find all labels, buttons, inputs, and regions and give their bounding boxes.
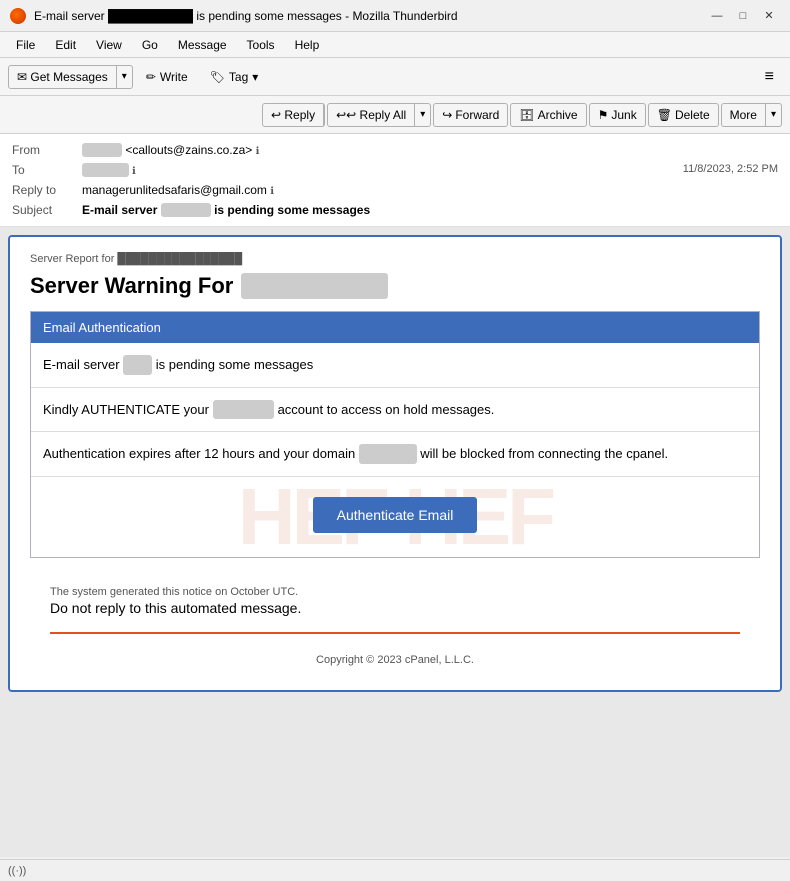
menubar: File Edit View Go Message Tools Help bbox=[0, 32, 790, 58]
subject-value: E-mail server is pending some messages bbox=[82, 203, 778, 217]
window-controls: — □ ✕ bbox=[706, 7, 780, 25]
auth-row-2: Kindly AUTHENTICATE your account to acce… bbox=[31, 388, 759, 433]
tag-icon: 🏷 bbox=[210, 70, 225, 84]
server-report-header: Server Report for ████████████████ bbox=[30, 253, 760, 265]
archive-button[interactable]: 🗄 Archive bbox=[510, 103, 586, 127]
menu-file[interactable]: File bbox=[8, 36, 43, 54]
reply-to-info-icon[interactable]: ℹ bbox=[270, 186, 274, 197]
menu-tools[interactable]: Tools bbox=[239, 36, 283, 54]
forward-button[interactable]: ↪ Forward bbox=[433, 103, 508, 127]
reply-split[interactable]: ↩ Reply bbox=[262, 103, 325, 127]
more-arrow[interactable]: ▾ bbox=[766, 105, 781, 124]
auth-row-3: Authentication expires after 12 hours an… bbox=[31, 432, 759, 477]
reply-all-button[interactable]: ↩↩ Reply All bbox=[328, 104, 415, 126]
get-messages-button[interactable]: ✉ Get Messages bbox=[9, 66, 117, 88]
to-value-blurred bbox=[82, 163, 129, 177]
footer-copyright: Copyright © 2023 cPanel, L.L.C. bbox=[30, 646, 760, 674]
to-label: To bbox=[12, 163, 82, 177]
write-button[interactable]: ✏ Write bbox=[137, 65, 197, 89]
email-header: From <callouts@zains.co.za> ℹ To ℹ 11/8/… bbox=[0, 134, 790, 227]
subject-row: Subject E-mail server is pending some me… bbox=[12, 200, 778, 220]
to-row: To ℹ 11/8/2023, 2:52 PM bbox=[12, 160, 778, 180]
from-label: From bbox=[12, 143, 82, 157]
email-date: 11/8/2023, 2:52 PM bbox=[683, 163, 778, 175]
row3-blurred bbox=[359, 444, 417, 464]
app-icon bbox=[10, 8, 26, 24]
auth-row-1: E-mail server is pending some messages bbox=[31, 343, 759, 388]
tag-button[interactable]: 🏷 Tag ▾ bbox=[201, 65, 268, 89]
statusbar: ((·)) bbox=[0, 859, 790, 881]
get-messages-split[interactable]: ✉ Get Messages ▾ bbox=[8, 65, 133, 89]
main-toolbar: ✉ Get Messages ▾ ✏ Write 🏷 Tag ▾ ≡ bbox=[0, 58, 790, 96]
pencil-icon: ✏ bbox=[146, 70, 156, 84]
row2-blurred bbox=[213, 400, 274, 420]
envelope-icon: ✉ bbox=[17, 70, 27, 84]
close-button[interactable]: ✕ bbox=[758, 7, 780, 25]
reply-all-split[interactable]: ↩↩ Reply All ▾ bbox=[327, 103, 431, 127]
reply-icon: ↩ bbox=[271, 108, 281, 122]
footer-divider bbox=[50, 632, 740, 634]
action-toolbar: ↩ Reply ↩↩ Reply All ▾ ↪ Forward 🗄 Archi… bbox=[0, 96, 790, 134]
reply-to-email: managerunlitedsafaris@gmail.com bbox=[82, 183, 267, 197]
email-body-inner: Server Report for ████████████████ Serve… bbox=[10, 237, 780, 690]
reply-all-arrow[interactable]: ▾ bbox=[415, 105, 430, 124]
to-info-icon[interactable]: ℹ bbox=[132, 166, 136, 177]
from-email: <callouts@zains.co.za> bbox=[125, 143, 252, 157]
wifi-icon: ((·)) bbox=[8, 865, 26, 877]
server-warning-title: Server Warning For bbox=[30, 273, 760, 299]
titlebar: E-mail server ██████████ is pending some… bbox=[0, 0, 790, 32]
reply-to-label: Reply to bbox=[12, 183, 82, 197]
from-name-blurred bbox=[82, 143, 122, 157]
from-info-icon[interactable]: ℹ bbox=[256, 146, 260, 157]
auth-box: Email Authentication E-mail server is pe… bbox=[30, 311, 760, 558]
delete-icon: 🗑 bbox=[657, 108, 672, 122]
subject-server-blurred bbox=[161, 203, 211, 217]
subject-label: Subject bbox=[12, 203, 82, 217]
more-button[interactable]: More bbox=[722, 104, 766, 126]
reply-all-icon: ↩↩ bbox=[336, 108, 356, 122]
get-messages-arrow[interactable]: ▾ bbox=[117, 67, 132, 86]
tag-arrow-icon: ▾ bbox=[252, 70, 258, 84]
junk-button[interactable]: ⚑ Junk bbox=[589, 103, 646, 127]
menu-message[interactable]: Message bbox=[170, 36, 235, 54]
warning-email-blurred bbox=[241, 273, 388, 299]
from-row: From <callouts@zains.co.za> ℹ bbox=[12, 140, 778, 160]
forward-icon: ↪ bbox=[442, 108, 452, 122]
row1-blurred bbox=[123, 355, 152, 375]
menu-edit[interactable]: Edit bbox=[47, 36, 84, 54]
email-body-frame: Server Report for ████████████████ Serve… bbox=[8, 235, 782, 692]
email-body-container: Server Report for ████████████████ Serve… bbox=[0, 227, 790, 857]
more-split[interactable]: More ▾ bbox=[721, 103, 782, 127]
from-value: <callouts@zains.co.za> ℹ bbox=[82, 143, 778, 157]
auth-box-header: Email Authentication bbox=[31, 312, 759, 343]
window-title: E-mail server ██████████ is pending some… bbox=[34, 9, 698, 23]
to-value: ℹ bbox=[82, 163, 683, 177]
reply-to-row: Reply to managerunlitedsafaris@gmail.com… bbox=[12, 180, 778, 200]
junk-icon: ⚑ bbox=[598, 108, 609, 122]
archive-icon: 🗄 bbox=[519, 108, 534, 122]
maximize-button[interactable]: □ bbox=[732, 7, 754, 25]
footer-no-reply: Do not reply to this automated message. bbox=[50, 600, 740, 616]
delete-button[interactable]: 🗑 Delete bbox=[648, 103, 719, 127]
authenticate-email-button[interactable]: Authenticate Email bbox=[313, 497, 478, 533]
reply-to-value: managerunlitedsafaris@gmail.com ℹ bbox=[82, 183, 778, 197]
minimize-button[interactable]: — bbox=[706, 7, 728, 25]
hamburger-button[interactable]: ≡ bbox=[757, 64, 782, 90]
footer-notice: The system generated this notice on Octo… bbox=[30, 574, 760, 620]
footer-system-text: The system generated this notice on Octo… bbox=[50, 586, 740, 598]
menu-go[interactable]: Go bbox=[134, 36, 166, 54]
reply-button[interactable]: ↩ Reply bbox=[263, 104, 324, 126]
menu-view[interactable]: View bbox=[88, 36, 130, 54]
auth-box-cta: HEF HEF Authenticate Email bbox=[31, 477, 759, 557]
menu-help[interactable]: Help bbox=[287, 36, 328, 54]
